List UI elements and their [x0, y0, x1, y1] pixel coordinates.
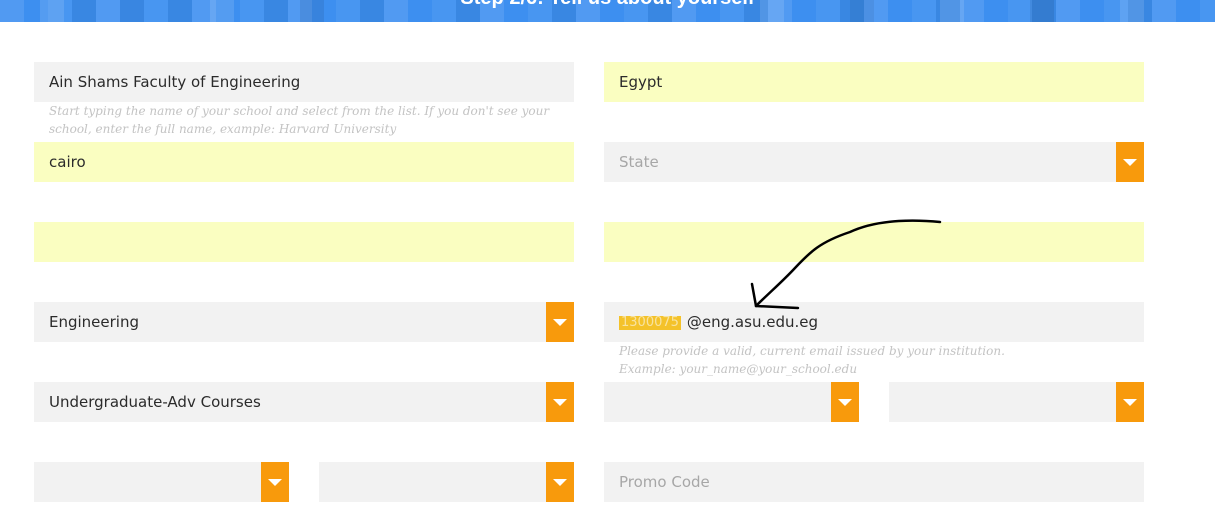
- grad-year-dropdown-toggle[interactable]: [1116, 382, 1144, 422]
- promo-code-input[interactable]: Promo Code: [604, 462, 1144, 502]
- chevron-down-icon: [268, 479, 282, 486]
- state-dropdown-toggle[interactable]: [1116, 142, 1144, 182]
- chevron-down-icon: [838, 399, 852, 406]
- chevron-down-icon: [553, 319, 567, 326]
- level-value: Undergraduate-Adv Courses: [49, 393, 261, 411]
- email-domain: @eng.asu.edu.eg: [686, 313, 818, 331]
- header-banner: Step 2/6: Tell us about yourself: [0, 0, 1215, 22]
- address-input[interactable]: [34, 222, 574, 262]
- page-title: Step 2/6: Tell us about yourself: [0, 0, 1215, 10]
- country-value: Egypt: [619, 73, 663, 91]
- major-value: Engineering: [49, 313, 139, 331]
- country-input[interactable]: Egypt: [604, 62, 1144, 102]
- level-dropdown-toggle[interactable]: [546, 382, 574, 422]
- start-year-dropdown-toggle[interactable]: [546, 462, 574, 502]
- promo-code-placeholder: Promo Code: [619, 473, 710, 491]
- chevron-down-icon: [553, 399, 567, 406]
- start-month-dropdown-toggle[interactable]: [261, 462, 289, 502]
- chevron-down-icon: [1123, 399, 1137, 406]
- start-month-select[interactable]: [34, 462, 289, 502]
- school-input[interactable]: Ain Shams Faculty of Engineering: [34, 62, 574, 102]
- start-year-select[interactable]: [319, 462, 574, 502]
- city-input[interactable]: cairo: [34, 142, 574, 182]
- grad-year-select[interactable]: [889, 382, 1144, 422]
- grad-month-select[interactable]: [604, 382, 859, 422]
- grad-month-dropdown-toggle[interactable]: [831, 382, 859, 422]
- state-placeholder: State: [619, 153, 659, 171]
- email-hint: Please provide a valid, current email is…: [619, 344, 1005, 376]
- school-value: Ain Shams Faculty of Engineering: [49, 73, 301, 91]
- major-dropdown-toggle[interactable]: [546, 302, 574, 342]
- level-select[interactable]: Undergraduate-Adv Courses: [34, 382, 574, 422]
- school-hint: Start typing the name of your school and…: [49, 104, 550, 136]
- email-local-part: 1300075: [619, 314, 681, 330]
- annotation-arrow-icon: [750, 219, 942, 310]
- major-select[interactable]: Engineering: [34, 302, 574, 342]
- chevron-down-icon: [553, 479, 567, 486]
- city-value: cairo: [49, 153, 86, 171]
- state-select[interactable]: State: [604, 142, 1144, 182]
- chevron-down-icon: [1123, 159, 1137, 166]
